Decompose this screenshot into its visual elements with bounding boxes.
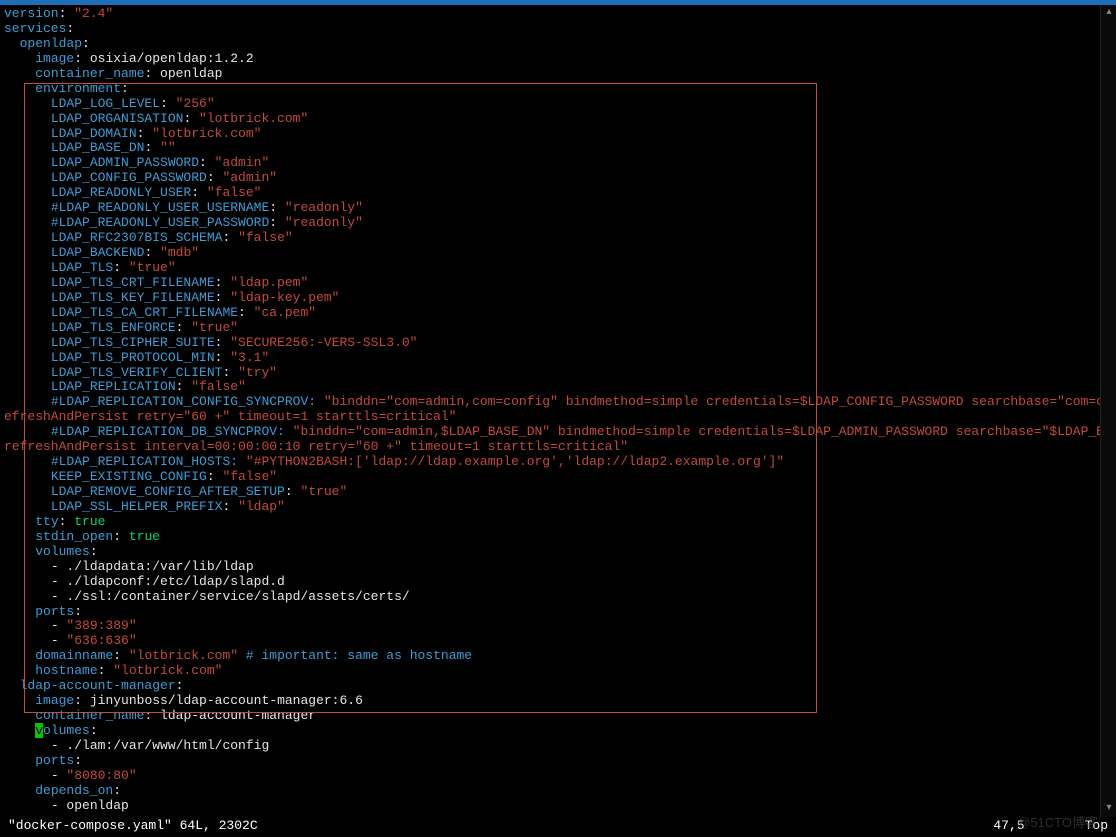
file-status: "docker-compose.yaml" 64L, 2302C — [8, 819, 258, 837]
code-line: LDAP_TLS_CIPHER_SUITE: "SECURE256:-VERS-… — [4, 336, 1112, 351]
code-line: - openldap — [4, 799, 1112, 814]
code-line: hostname: "lotbrick.com" — [4, 664, 1112, 679]
code-line: LDAP_ORGANISATION: "lotbrick.com" — [4, 112, 1112, 127]
scroll-down-arrow[interactable]: ▾ — [1101, 801, 1116, 817]
code-line: version: "2.4" — [4, 7, 1112, 22]
code-line: image: jinyunboss/ldap-account-manager:6… — [4, 694, 1112, 709]
code-line: - ./ssl:/container/service/slapd/assets/… — [4, 590, 1112, 605]
code-line: LDAP_RFC2307BIS_SCHEMA: "false" — [4, 231, 1112, 246]
code-line: domainname: "lotbrick.com" # important: … — [4, 649, 1112, 664]
code-line: openldap: — [4, 37, 1112, 52]
scroll-up-arrow[interactable]: ▴ — [1101, 5, 1116, 21]
vim-status-bar: "docker-compose.yaml" 64L, 2302C 47,5 To… — [0, 819, 1116, 837]
code-line: #LDAP_REPLICATION_DB_SYNCPROV: "binddn="… — [4, 425, 1112, 440]
code-line: refreshAndPersist interval=00:00:00:10 r… — [4, 440, 1112, 455]
code-line: LDAP_TLS_CA_CRT_FILENAME: "ca.pem" — [4, 306, 1112, 321]
code-line: LDAP_BACKEND: "mdb" — [4, 246, 1112, 261]
watermark: @51CTO博客 — [1017, 816, 1098, 831]
code-line: LDAP_CONFIG_PASSWORD: "admin" — [4, 171, 1112, 186]
code-line: stdin_open: true — [4, 530, 1112, 545]
code-line: KEEP_EXISTING_CONFIG: "false" — [4, 470, 1112, 485]
code-line: #LDAP_REPLICATION_CONFIG_SYNCPROV: "bind… — [4, 395, 1112, 410]
code-line: services: — [4, 22, 1112, 37]
code-line: LDAP_ADMIN_PASSWORD: "admin" — [4, 156, 1112, 171]
code-line: LDAP_READONLY_USER: "false" — [4, 186, 1112, 201]
code-line: #LDAP_REPLICATION_HOSTS: "#PYTHON2BASH:[… — [4, 455, 1112, 470]
code-line: LDAP_DOMAIN: "lotbrick.com" — [4, 127, 1112, 142]
code-line: - ./ldapdata:/var/lib/ldap — [4, 560, 1112, 575]
code-line: volumes: — [4, 724, 1112, 739]
code-line: depends_on: — [4, 784, 1112, 799]
code-line: container_name: ldap-account-manager — [4, 709, 1112, 724]
code-line: efreshAndPersist retry="60 +" timeout=1 … — [4, 410, 1112, 425]
code-line: ports: — [4, 605, 1112, 620]
code-line: LDAP_TLS_VERIFY_CLIENT: "try" — [4, 366, 1112, 381]
code-line: - "389:389" — [4, 619, 1112, 634]
code-line: - ./lam:/var/www/html/config — [4, 739, 1112, 754]
code-line: container_name: openldap — [4, 67, 1112, 82]
code-line: environment: — [4, 82, 1112, 97]
code-line: LDAP_TLS: "true" — [4, 261, 1112, 276]
code-line: LDAP_TLS_PROTOCOL_MIN: "3.1" — [4, 351, 1112, 366]
code-line: LDAP_LOG_LEVEL: "256" — [4, 97, 1112, 112]
code-line: LDAP_TLS_ENFORCE: "true" — [4, 321, 1112, 336]
code-line: - ./ldapconf:/etc/ldap/slapd.d — [4, 575, 1112, 590]
code-line: image: osixia/openldap:1.2.2 — [4, 52, 1112, 67]
code-line: volumes: — [4, 545, 1112, 560]
code-line: LDAP_SSL_HELPER_PREFIX: "ldap" — [4, 500, 1112, 515]
code-line: LDAP_BASE_DN: "" — [4, 141, 1112, 156]
code-line: tty: true — [4, 515, 1112, 530]
code-line: #LDAP_READONLY_USER_PASSWORD: "readonly" — [4, 216, 1112, 231]
code-line: #LDAP_READONLY_USER_USERNAME: "readonly" — [4, 201, 1112, 216]
editor-viewport[interactable]: version: "2.4"services: openldap: image:… — [0, 5, 1116, 815]
code-line: - "8080:80" — [4, 769, 1112, 784]
code-line: - "636:636" — [4, 634, 1112, 649]
vertical-scrollbar[interactable]: ▴ ▾ — [1100, 5, 1116, 817]
code-line: ports: — [4, 754, 1112, 769]
code-line: LDAP_REMOVE_CONFIG_AFTER_SETUP: "true" — [4, 485, 1112, 500]
code-line: ldap-account-manager: — [4, 679, 1112, 694]
code-line: LDAP_TLS_KEY_FILENAME: "ldap-key.pem" — [4, 291, 1112, 306]
code-line: LDAP_REPLICATION: "false" — [4, 380, 1112, 395]
code-line: LDAP_TLS_CRT_FILENAME: "ldap.pem" — [4, 276, 1112, 291]
